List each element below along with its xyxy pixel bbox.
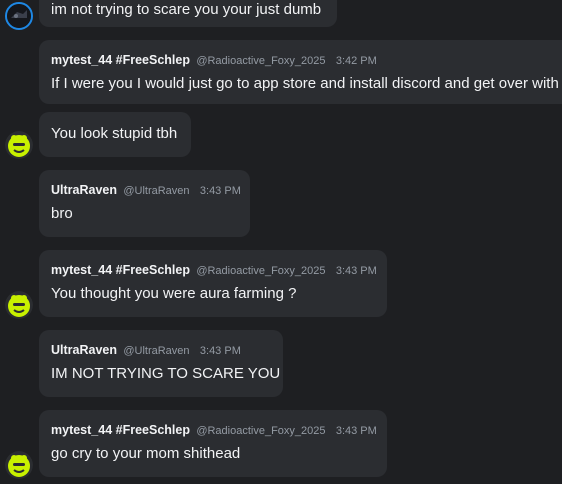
message-bubble: UltraRaven @UltraRaven 3:43 PM IM NOT TR… [39, 330, 283, 397]
message-text: bro [51, 205, 73, 222]
avatar-mytest44[interactable] [5, 131, 33, 159]
message-timestamp: 3:43 PM [199, 345, 241, 357]
message-header: UltraRaven @UltraRaven 3:43 PM [51, 342, 241, 359]
message-bubble: im not trying to scare you your just dum… [39, 0, 337, 27]
message-text: im not trying to scare you your just dum… [51, 1, 322, 18]
author-name[interactable]: mytest_44 #FreeSchlep [51, 263, 190, 277]
message-timestamp: 3:43 PM [335, 425, 377, 437]
message-bubble: You look stupid tbh [39, 112, 191, 157]
message-text: go cry to your mom shithead [51, 445, 241, 462]
author-handle: @Radioactive_Foxy_2025 [196, 55, 326, 67]
message-bubble: mytest_44 #FreeSchlep @Radioactive_Foxy_… [39, 410, 387, 477]
author-name[interactable]: UltraRaven [51, 343, 117, 357]
message-bubble: mytest_44 #FreeSchlep @Radioactive_Foxy_… [39, 40, 562, 104]
message-text: If I were you I would just go to app sto… [51, 75, 559, 92]
author-handle: @UltraRaven [123, 345, 190, 357]
message-text: You look stupid tbh [51, 125, 178, 142]
message-text: IM NOT TRYING TO SCARE YOU [51, 365, 281, 382]
message-bubble: UltraRaven @UltraRaven 3:43 PM bro [39, 170, 250, 237]
message-text: You thought you were aura farming ? [51, 285, 297, 302]
yellow-creature-avatar-icon [5, 131, 33, 159]
dark-avatar-icon [7, 4, 31, 28]
message-header: UltraRaven @UltraRaven 3:43 PM [51, 182, 241, 199]
message-timestamp: 3:43 PM [199, 185, 241, 197]
message-bubble: mytest_44 #FreeSchlep @Radioactive_Foxy_… [39, 250, 387, 317]
author-name[interactable]: UltraRaven [51, 183, 117, 197]
author-handle: @Radioactive_Foxy_2025 [196, 265, 326, 277]
message-header: mytest_44 #FreeSchlep @Radioactive_Foxy_… [51, 422, 377, 439]
message-timestamp: 3:42 PM [335, 55, 377, 67]
message-timestamp: 3:43 PM [335, 265, 377, 277]
avatar-mytest44[interactable] [5, 291, 33, 319]
message-header: mytest_44 #FreeSchlep @Radioactive_Foxy_… [51, 52, 377, 69]
author-handle: @UltraRaven [123, 185, 190, 197]
yellow-creature-avatar-icon [5, 291, 33, 319]
avatar-mytest44[interactable] [5, 451, 33, 479]
message-header: mytest_44 #FreeSchlep @Radioactive_Foxy_… [51, 262, 377, 279]
author-handle: @Radioactive_Foxy_2025 [196, 425, 326, 437]
author-name[interactable]: mytest_44 #FreeSchlep [51, 423, 190, 437]
author-name[interactable]: mytest_44 #FreeSchlep [51, 53, 190, 67]
yellow-creature-avatar-icon [5, 451, 33, 479]
avatar-dark[interactable] [5, 2, 33, 30]
